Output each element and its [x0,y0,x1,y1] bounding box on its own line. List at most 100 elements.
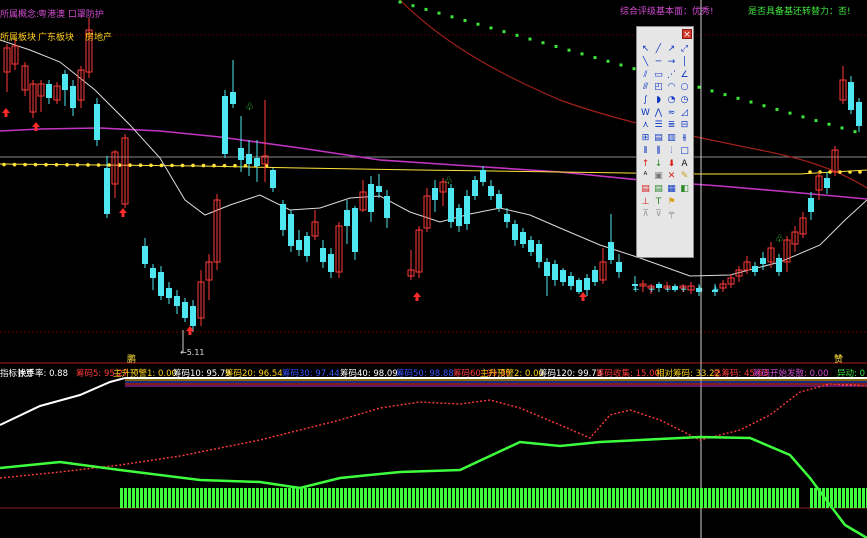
gray-tag-1-icon[interactable]: ⊼ [639,208,652,221]
line-tool-icon[interactable]: ╱ [652,43,665,56]
period-line-icon[interactable]: ⦀ [639,145,652,158]
cross-marker-icon: + [696,285,704,295]
candle-body-bear [174,296,180,306]
triangle-tool-icon[interactable]: ◿ [678,106,691,119]
concept-label: 所属概念: [0,8,39,20]
volume-bar [862,488,865,508]
volume-bar [208,488,211,508]
curve-tool-icon[interactable]: ∫ [639,94,652,107]
gray-tag-3-icon[interactable]: ╤ [665,208,678,221]
wave-mini-icon[interactable]: ≈ [665,106,678,119]
buy-mark-icon[interactable]: ▤ [639,183,652,196]
arrow-down-icon[interactable]: ↓ [652,157,665,170]
volume-bar [440,488,443,508]
segment-tool-icon[interactable]: ╲ [639,56,652,69]
candle-body-bear [480,170,486,182]
fan-tool-icon[interactable]: ⋰ [665,68,678,81]
volume-bar [776,488,779,508]
rectangle-tool-icon[interactable]: ◰ [652,81,665,94]
circle-tool-icon[interactable]: ○ [678,81,691,94]
brush-tool-icon[interactable]: ✎ [678,170,691,183]
channel-tool-icon[interactable]: ▭ [652,68,665,81]
candle-body-bear [488,186,494,196]
square-tool-icon[interactable]: □ [678,145,691,158]
sticker-icon[interactable]: ▣ [652,170,665,183]
arrow-line-icon[interactable]: → [665,56,678,69]
save-tool-icon[interactable]: ◧ [678,183,691,196]
toolbox-close-button[interactable]: × [682,29,692,40]
up-tag-icon[interactable]: ⊥ [639,195,652,208]
clock-tool-icon[interactable]: ◷ [678,94,691,107]
gann-grid-icon[interactable]: ▤ [652,132,665,145]
ma-green-dot [489,26,493,30]
volume-bar [752,488,755,508]
candle-body-bear [448,188,454,222]
ma-green-dot [619,63,623,67]
ray-tool-icon[interactable]: ↗ [665,43,678,56]
time-zone-icon[interactable]: ⫼ [652,145,665,158]
half-circle-icon[interactable]: ◗ [652,94,665,107]
wave-tool-icon[interactable]: W [639,106,652,119]
volume-bar [276,488,279,508]
buy-arrow-icon [119,208,127,217]
down-tag-icon[interactable]: T [652,195,665,208]
fib-zone-icon[interactable]: ⊟ [678,119,691,132]
volume-bar [240,488,243,508]
arrow-up-icon[interactable]: ↑ [639,157,652,170]
kline-chart-svg[interactable]: ♧ ♧ ♧ + + + + + + ←5.11 所属概念:粤港澳 口罩防护所属板块 广东板块 房地产 综合… [0,0,867,538]
volume-bar [818,488,821,508]
gray-blank-icon[interactable] [678,208,691,221]
volume-bar [656,488,659,508]
vline-tool-icon[interactable]: │ [678,56,691,69]
flag-tool-icon[interactable]: ⚑ [665,195,678,208]
fib-time-icon[interactable]: ⦙ [665,145,678,158]
fib-retrace-icon[interactable]: ☰ [652,119,665,132]
volume-bar [854,488,857,508]
extend-line-icon[interactable]: ⤢ [678,43,691,56]
ma-green-dot [541,41,545,45]
volume-bar [720,488,723,508]
peak-tool-icon[interactable]: ⋏ [639,119,652,132]
fib-fan-icon[interactable]: ≣ [665,119,678,132]
volume-bar [814,488,817,508]
gann-fan-icon[interactable]: ▥ [665,132,678,145]
candle-body-bear [584,278,590,290]
candle-body-bear [496,194,502,208]
gann-box-icon[interactable]: ⊞ [639,132,652,145]
cycle-tool-icon[interactable]: ◔ [665,94,678,107]
sell-mark-icon[interactable]: ▤ [652,183,665,196]
note-tool-icon[interactable]: ▦ [665,183,678,196]
candle-body-bear [384,196,390,218]
volume-bar [552,488,555,508]
text-tool-icon[interactable]: A [678,157,691,170]
ma-yellow-dot [838,170,842,174]
candle-body-bear [288,214,294,246]
cross-marker-icon: + [664,285,672,295]
parallel-tool-icon[interactable]: ⫽ [639,68,652,81]
volume-bar [252,488,255,508]
candle-body-bear [62,74,68,90]
volume-bar [296,488,299,508]
volume-bar [196,488,199,508]
volume-bar [136,488,139,508]
rating-label: 综合评级基本面：优秀! [620,5,714,17]
ma-yellow-dot [149,163,153,168]
volume-bar [220,488,223,508]
ma-yellow-dot [65,163,69,167]
text-box-icon[interactable]: ᴬ [639,170,652,183]
angle-tool-icon[interactable]: ∠ [678,68,691,81]
blank-tool-icon[interactable] [678,195,691,208]
volume-bar [368,488,371,508]
zigzag-tool-icon[interactable]: ⋀ [652,106,665,119]
ma-green-dot [528,37,532,41]
volume-bar [796,488,799,508]
gray-tag-2-icon[interactable]: ⊽ [652,208,665,221]
hline-tool-icon[interactable]: ─ [652,56,665,69]
pointer-tool-icon[interactable]: ↖ [639,43,652,56]
volume-bar [560,488,563,508]
arrow-down-red-icon[interactable]: ⬇ [665,157,678,170]
arc-tool-icon[interactable]: ◠ [665,81,678,94]
delete-tool-icon[interactable]: ✕ [665,170,678,183]
speed-line-icon[interactable]: ⫵ [678,132,691,145]
multi-line-icon[interactable]: ⫻ [639,81,652,94]
